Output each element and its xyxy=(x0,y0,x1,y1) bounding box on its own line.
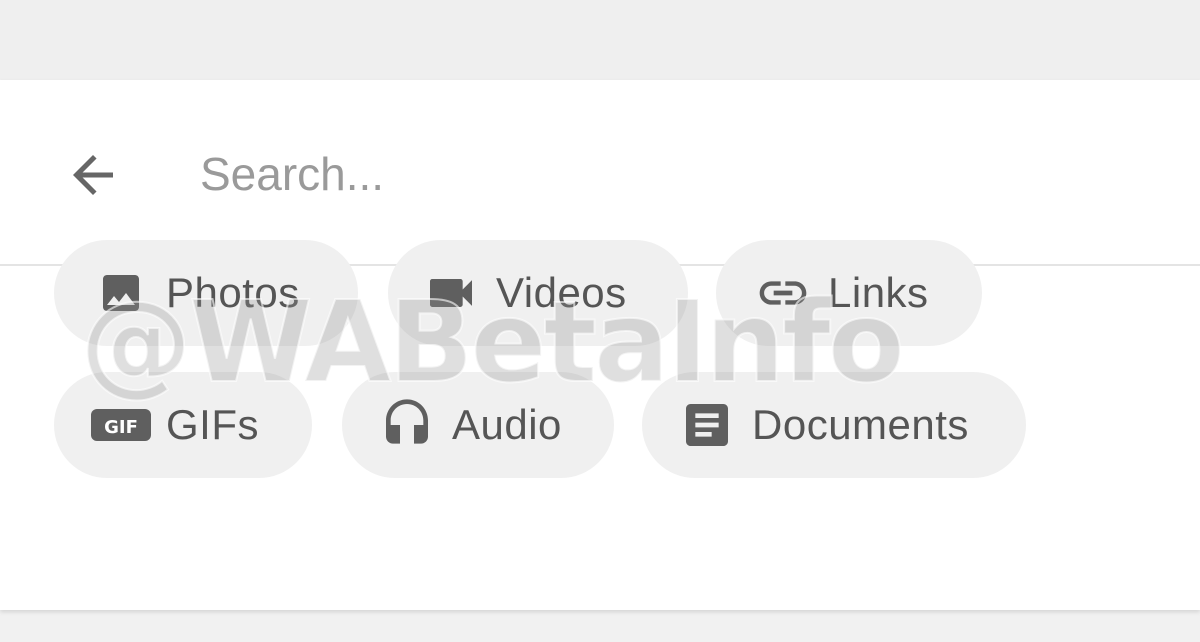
filter-label-links: Links xyxy=(828,269,929,316)
filter-chip-audio[interactable]: Audio xyxy=(342,372,614,478)
filter-chip-links[interactable]: Links xyxy=(716,240,982,346)
top-strip xyxy=(0,0,1200,80)
document-icon xyxy=(676,394,738,456)
filter-label-documents: Documents xyxy=(752,401,969,448)
videocam-icon xyxy=(420,262,482,324)
headphones-icon xyxy=(376,394,438,456)
arrow-back-icon xyxy=(73,155,113,195)
svg-text:GIF: GIF xyxy=(104,417,138,438)
search-bar xyxy=(0,80,1200,266)
filter-label-videos: Videos xyxy=(496,269,627,316)
gif-icon: GIF xyxy=(90,394,152,456)
search-input[interactable] xyxy=(200,136,1100,212)
filter-chip-documents[interactable]: Documents xyxy=(642,372,1026,478)
back-button[interactable] xyxy=(50,132,136,218)
link-icon xyxy=(752,262,814,324)
filter-label-audio: Audio xyxy=(452,401,562,448)
filter-chip-gifs[interactable]: GIF GIFs xyxy=(54,372,312,478)
filter-chip-videos[interactable]: Videos xyxy=(388,240,688,346)
filter-label-gifs: GIFs xyxy=(166,401,259,448)
filter-chip-photos[interactable]: Photos xyxy=(54,240,358,346)
image-icon xyxy=(90,262,152,324)
filter-label-photos: Photos xyxy=(166,269,300,316)
